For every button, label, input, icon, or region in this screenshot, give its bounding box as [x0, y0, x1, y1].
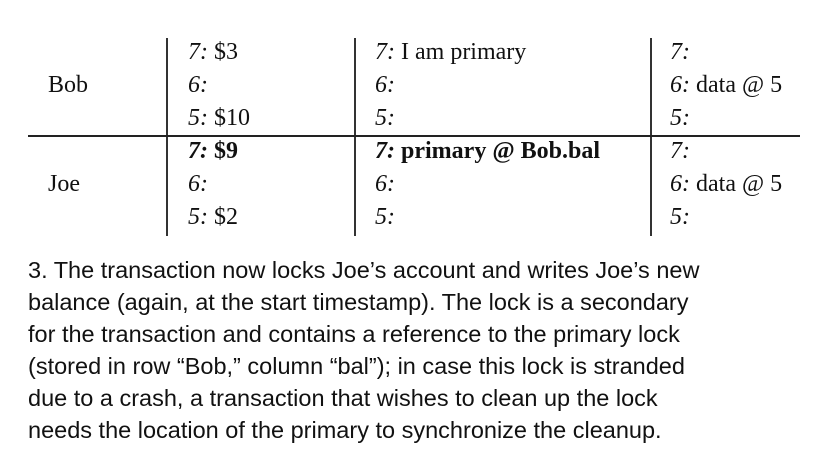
cell-value: $3	[208, 39, 238, 65]
timestamp: 7:	[188, 138, 208, 164]
step-3-paragraph: 3. The transaction now locks Joe’s accou…	[28, 254, 818, 446]
timestamp: 5:	[375, 204, 395, 230]
version-cell: 5:	[670, 201, 690, 234]
version-cell: 5:	[670, 102, 690, 135]
timestamp: 7:	[188, 39, 208, 65]
timestamp: 5:	[375, 105, 395, 131]
version-cell: 6:	[188, 69, 208, 102]
column-divider	[166, 38, 168, 236]
version-cell: 5: $10	[188, 102, 250, 135]
cell-value: $10	[208, 105, 250, 131]
timestamp: 5:	[670, 204, 690, 230]
timestamp: 7:	[375, 138, 395, 164]
version-cell: 6:	[375, 168, 395, 201]
timestamp: 6:	[670, 72, 690, 98]
cell-value: data @ 5	[690, 72, 783, 98]
paragraph-line: due to a crash, a transaction that wishe…	[28, 385, 658, 411]
row-label: Joe	[48, 171, 80, 197]
column-divider	[650, 38, 652, 236]
version-cell: 7: $9	[188, 135, 238, 168]
version-cell: 7: $3	[188, 36, 238, 69]
timestamp: 7:	[670, 138, 690, 164]
paragraph-line: 3. The transaction now locks Joe’s accou…	[28, 257, 700, 283]
version-cell: 7:	[670, 135, 690, 168]
paragraph-line: (stored in row “Bob,” column “bal”); in …	[28, 353, 685, 379]
version-cell: 6:	[375, 69, 395, 102]
cell-value: I am primary	[395, 39, 527, 65]
paragraph-line: for the transaction and contains a refer…	[28, 321, 680, 347]
timestamp: 6:	[670, 171, 690, 197]
version-cell: 6: data @ 5	[670, 69, 782, 102]
version-cell: 5:	[375, 102, 395, 135]
timestamp: 6:	[375, 171, 395, 197]
version-cell: 5:	[375, 201, 395, 234]
timestamp: 5:	[188, 105, 208, 131]
version-cell: 6:	[188, 168, 208, 201]
cell-value: primary @ Bob.bal	[395, 138, 601, 164]
row-label: Bob	[48, 72, 89, 98]
cell-value: $2	[208, 204, 238, 230]
timestamp: 6:	[188, 72, 208, 98]
timestamp: 7:	[670, 39, 690, 65]
version-cell: 6: data @ 5	[670, 168, 782, 201]
column-divider	[354, 38, 356, 236]
cell-value: $9	[208, 138, 238, 164]
paragraph-line: balance (again, at the start timestamp).…	[28, 289, 689, 315]
cell-value: data @ 5	[690, 171, 783, 197]
timestamp: 6:	[375, 72, 395, 98]
version-cell: 7: primary @ Bob.bal	[375, 135, 600, 168]
version-cell: 7:	[670, 36, 690, 69]
timestamp: 5:	[670, 105, 690, 131]
timestamp: 7:	[375, 39, 395, 65]
version-cell: 7: I am primary	[375, 36, 526, 69]
timestamp: 6:	[188, 171, 208, 197]
bigtable-state-table: Bob 7: $3 6: 5: $10 7: I am primary 6: 5: 7: 6: …	[0, 0, 824, 250]
version-cell: 5: $2	[188, 201, 238, 234]
timestamp: 5:	[188, 204, 208, 230]
paragraph-line: needs the location of the primary to syn…	[28, 417, 662, 443]
